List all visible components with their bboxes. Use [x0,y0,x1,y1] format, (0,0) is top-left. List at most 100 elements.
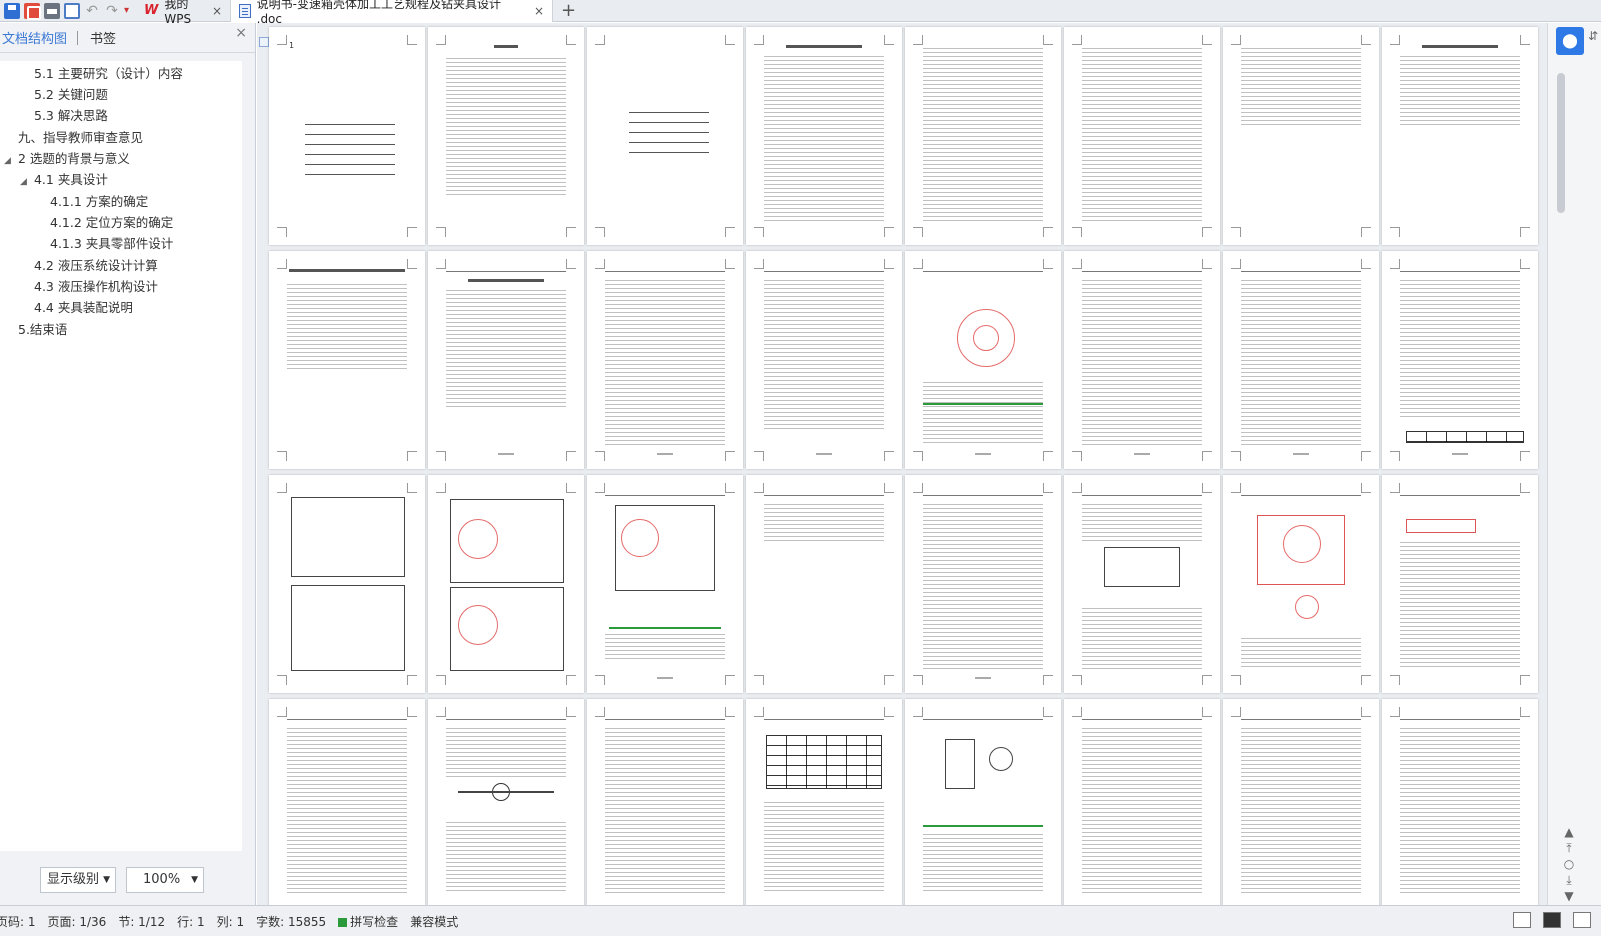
outline-item[interactable]: 5.2 关键问题 [34,85,108,105]
outline-item[interactable]: 4.1.2 定位方案的确定 [50,213,173,233]
document-page[interactable] [587,27,743,245]
navigation-pane: 文档结构图 书签 × 5.1 主要研究（设计）内容 5.2 关键问题 5.3 解… [0,23,256,905]
outline-item[interactable]: 4.4 夹具装配说明 [34,298,133,318]
outline-item[interactable]: 4.1.3 夹具零部件设计 [50,234,173,254]
outline-item-label: 4.2 液压系统设计计算 [34,258,158,273]
document-page[interactable] [269,251,425,469]
expand-triangle-icon[interactable]: ◢ [4,151,14,171]
previous-page-icon[interactable]: ⤒ [1562,841,1576,855]
document-canvas[interactable]: 1 [257,23,1547,905]
scroll-down-icon[interactable]: ▼ [1562,889,1576,903]
display-level-select[interactable]: 显示级别 ▼ [40,867,116,893]
close-icon[interactable]: × [212,4,222,18]
document-page[interactable] [587,251,743,469]
spell-check-toggle[interactable]: 拼写检查 [338,913,398,930]
document-page[interactable] [1064,699,1220,905]
status-page-code[interactable]: 页码: 1 [0,913,36,930]
status-bar: 页码: 1 页面: 1/36 节: 1/12 行: 1 列: 1 字数: 158… [0,905,1601,936]
tab-my-wps[interactable]: W 我的WPS × [136,0,231,26]
outline-item[interactable]: 4.2 液压系统设计计算 [34,256,158,276]
document-page[interactable]: 1 [269,27,425,245]
redo-icon[interactable]: ↷ [104,3,120,19]
tab-bookmarks[interactable]: 书签 [88,28,116,47]
page-view-icon[interactable] [1543,912,1561,928]
print-icon[interactable] [44,2,60,19]
document-page[interactable] [1064,475,1220,693]
next-page-icon[interactable]: ⤓ [1562,873,1576,887]
expand-triangle-icon[interactable]: ◢ [20,172,30,192]
outline-item[interactable]: 5.3 解决思路 [34,106,108,126]
status-page[interactable]: 页面: 1/36 [48,913,107,930]
select-browse-object-icon[interactable]: ○ [1562,857,1576,871]
outline-item[interactable]: ◢ 2 选题的背景与意义 [4,149,130,169]
document-page[interactable] [428,475,584,693]
undo-icon[interactable]: ↶ [84,3,100,19]
outline-view-icon[interactable] [1573,912,1591,928]
document-page[interactable] [905,699,1061,905]
scroll-up-icon[interactable]: ▲ [1562,825,1576,839]
document-page[interactable] [428,251,584,469]
document-page[interactable] [746,475,902,693]
engineering-drawing [291,585,405,671]
document-page[interactable] [269,699,425,905]
location-pin-icon[interactable]: ⬤ [1556,27,1584,55]
navigation-tabs: 文档结构图 书签 × [0,23,255,53]
tab-document-map[interactable]: 文档结构图 [0,28,67,47]
document-page[interactable] [587,699,743,905]
outline-item[interactable]: ◢ 4.1 夹具设计 [20,170,108,190]
close-icon[interactable]: × [534,4,544,18]
document-page[interactable] [746,699,902,905]
outline-item[interactable]: 4.1.1 方案的确定 [50,192,148,212]
status-col: 列: 1 [216,914,245,929]
document-page[interactable] [1382,699,1538,905]
status-section[interactable]: 节: 1/12 [118,913,165,930]
document-page[interactable] [1223,475,1379,693]
document-page[interactable] [269,475,425,693]
page-toggle-icon[interactable] [259,37,269,47]
document-page[interactable] [1382,475,1538,693]
save-icon[interactable] [4,2,20,19]
doc-file-icon [239,3,251,18]
outline-item-label: 4.1 夹具设计 [33,172,108,187]
spell-check-icon [338,917,348,927]
outline-item-label: 九、指导教师审查意见 [18,130,144,145]
document-page[interactable] [905,251,1061,469]
fixture-drawing [1104,547,1180,587]
status-row: 行: 1 [177,914,205,929]
print-preview-icon[interactable] [64,2,80,19]
document-page[interactable] [746,251,902,469]
document-page[interactable] [1064,27,1220,245]
outline-item[interactable]: 5.1 主要研究（设计）内容 [34,64,183,84]
vertical-scrollbar[interactable] [1556,67,1566,827]
document-page[interactable] [587,475,743,693]
divider [77,30,79,45]
document-page[interactable] [1382,27,1538,245]
outline-scrollbar[interactable] [244,61,254,851]
export-pdf-icon[interactable] [24,2,41,20]
document-page[interactable] [1223,251,1379,469]
new-tab-button[interactable]: + [561,0,576,21]
outline-item-label: 4.3 液压操作机构设计 [34,279,158,294]
document-page[interactable] [905,475,1061,693]
full-screen-view-icon[interactable] [1513,912,1531,928]
document-page[interactable] [746,27,902,245]
document-page[interactable] [428,699,584,905]
outline-item[interactable]: 4.3 液压操作机构设计 [34,277,158,297]
scrollbar-thumb[interactable] [1557,73,1565,213]
tab-document[interactable]: 说明书-变速箱壳体加工工艺规程及钻夹具设计 .doc × [231,0,553,26]
document-page[interactable] [1223,27,1379,245]
close-pane-icon[interactable]: × [235,25,247,41]
document-page[interactable] [905,27,1061,245]
compat-mode-label: 兼容模式 [410,914,459,929]
outline-item[interactable]: 九、指导教师审查意见 [18,128,143,148]
outline-controls: 显示级别 ▼ 100% ▼ [0,861,256,901]
document-page[interactable] [1382,251,1538,469]
document-page[interactable] [1223,699,1379,905]
pane-toggle-icon[interactable]: ⇵ [1586,29,1600,43]
document-page[interactable] [428,27,584,245]
document-page[interactable] [1064,251,1220,469]
outline-item[interactable]: 5.结束语 [18,320,67,340]
status-wordcount[interactable]: 字数: 15855 [256,913,326,930]
customize-dropdown-icon[interactable]: ▾ [124,3,134,19]
outline-zoom-select[interactable]: 100% ▼ [126,867,204,893]
